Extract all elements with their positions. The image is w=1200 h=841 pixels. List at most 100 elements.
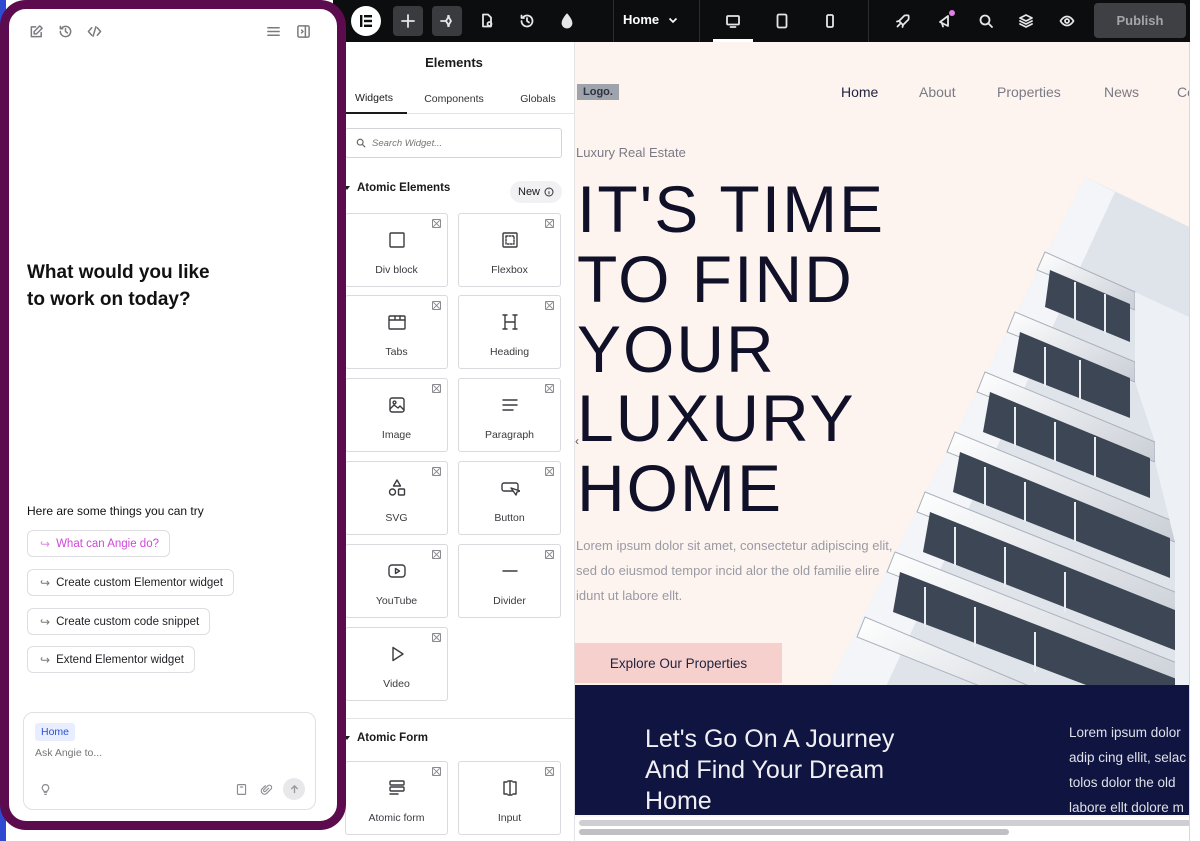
nav-about[interactable]: About	[919, 84, 956, 100]
site-logo[interactable]: Logo.	[577, 84, 619, 100]
atomic-elements-section-header[interactable]: Atomic Elements	[343, 182, 450, 194]
suggestion-create-snippet[interactable]: ↪ Create custom code snippet	[27, 608, 211, 635]
add-element-button[interactable]	[393, 6, 423, 36]
window-edge	[1190, 0, 1200, 42]
pin-icon	[545, 467, 554, 476]
tab-components[interactable]: Components	[418, 83, 490, 114]
search-button[interactable]	[971, 6, 1001, 36]
suggestion-label: Create custom Elementor widget	[56, 576, 223, 589]
widget-search-input[interactable]	[372, 137, 552, 149]
suggestion-create-widget[interactable]: ↪ Create custom Elementor widget	[27, 569, 234, 596]
widget-label: Atomic form	[368, 812, 425, 824]
widget-flexbox[interactable]: Flexbox	[458, 213, 561, 287]
page-selector[interactable]: Home	[623, 12, 679, 27]
reply-arrow-icon: ↪	[40, 652, 51, 667]
info-icon	[544, 187, 554, 197]
explore-properties-label: Explore Our Properties	[609, 655, 748, 671]
panel-toggle-button[interactable]	[296, 24, 311, 39]
rocket-icon	[896, 14, 910, 28]
suggestion-label: What can Angie do?	[56, 537, 159, 550]
menu-button[interactable]	[266, 24, 281, 39]
pin-icon	[545, 384, 554, 393]
site-canvas[interactable]: Logo. Home About Properties News Co Luxu…	[575, 42, 1200, 841]
pin-icon	[432, 767, 441, 776]
collapse-panel-handle[interactable]: ‹	[575, 434, 579, 448]
tab-globals[interactable]: Globals	[511, 83, 565, 114]
page-settings-button[interactable]	[472, 6, 502, 36]
elementor-logo-icon[interactable]	[351, 6, 381, 36]
nav-home[interactable]: Home	[841, 84, 878, 100]
scrollbar-thumb[interactable]	[579, 829, 1009, 835]
panel-toggle-icon	[297, 25, 310, 38]
layers-icon	[1019, 14, 1033, 28]
notification-dot	[949, 10, 955, 16]
launch-button[interactable]	[888, 6, 918, 36]
chat-history-button[interactable]	[58, 24, 73, 39]
theme-style-button[interactable]	[552, 6, 582, 36]
widget-button[interactable]: Button	[458, 461, 561, 535]
widget-label: SVG	[385, 512, 408, 524]
send-button[interactable]	[283, 778, 305, 800]
hero-line-1: IT'S TIME	[577, 172, 886, 246]
nav-properties[interactable]: Properties	[997, 84, 1061, 100]
horizontal-scrollbar[interactable]	[575, 817, 1200, 841]
library-button[interactable]	[235, 783, 248, 796]
widget-video[interactable]: Video	[345, 627, 448, 701]
tab-components-label: Components	[424, 92, 484, 105]
journey-heading-line-2: And Find Your Dream	[645, 756, 885, 784]
widget-label: Image	[381, 429, 412, 441]
mobile-icon	[826, 14, 834, 28]
try-label: Here are some things you can try	[27, 504, 204, 518]
new-chat-button[interactable]	[29, 24, 44, 39]
widget-tabs[interactable]: Tabs	[345, 295, 448, 369]
widget-paragraph[interactable]: Paragraph	[458, 378, 561, 452]
code-button[interactable]	[87, 24, 102, 39]
desktop-view-button[interactable]	[718, 6, 748, 36]
angie-input-box[interactable]: Home	[23, 712, 316, 810]
history-button[interactable]	[512, 6, 542, 36]
nav-news[interactable]: News	[1104, 84, 1139, 100]
preview-button[interactable]	[1052, 6, 1082, 36]
widget-search[interactable]	[345, 128, 562, 158]
paperclip-icon	[260, 784, 273, 795]
pin-icon	[432, 384, 441, 393]
angie-heading: What would you like to work on today?	[27, 259, 210, 313]
pin-icon	[432, 219, 441, 228]
notifications-button[interactable]	[930, 6, 960, 36]
structure-button[interactable]	[432, 6, 462, 36]
widget-label: Input	[497, 812, 522, 824]
tab-globals-label: Globals	[520, 92, 556, 105]
suggestion-extend-widget[interactable]: ↪ Extend Elementor widget	[27, 646, 195, 673]
add-icon	[401, 14, 415, 28]
suggestion-what-can-angie-do[interactable]: ↪ What can Angie do?	[27, 530, 170, 557]
angie-prompt-input[interactable]	[35, 747, 275, 759]
new-badge-label: New	[518, 186, 541, 198]
hero-body-line-2: sed do eiusmod tempor incid alor the old…	[576, 563, 880, 578]
tab-widgets[interactable]: Widgets	[341, 83, 407, 114]
attach-button[interactable]	[260, 783, 273, 796]
widget-image[interactable]: Image	[345, 378, 448, 452]
context-chip[interactable]: Home	[35, 723, 76, 741]
pin-icon	[432, 633, 441, 642]
widget-youtube[interactable]: YouTube	[345, 544, 448, 618]
explore-properties-button[interactable]: Explore Our Properties	[575, 643, 782, 683]
widget-input[interactable]: Input	[458, 761, 561, 835]
widget-heading[interactable]: Heading	[458, 295, 561, 369]
publish-button[interactable]: Publish	[1094, 3, 1186, 38]
structure-icon	[440, 15, 452, 27]
new-chat-icon	[30, 25, 43, 38]
mobile-view-button[interactable]	[815, 6, 845, 36]
tablet-view-button[interactable]	[767, 6, 797, 36]
widget-div-block[interactable]: Div block	[345, 213, 448, 287]
atomic-form-section-header[interactable]: Atomic Form	[343, 732, 428, 744]
widget-divider[interactable]: Divider	[458, 544, 561, 618]
atomic-form-title: Atomic Form	[357, 732, 428, 744]
pin-icon	[545, 219, 554, 228]
layers-button[interactable]	[1011, 6, 1041, 36]
widget-svg[interactable]: SVG	[345, 461, 448, 535]
suggestion-label: Extend Elementor widget	[56, 653, 184, 666]
suggestion-label: Create custom code snippet	[56, 615, 200, 628]
idea-button[interactable]	[39, 783, 52, 796]
widget-atomic-form[interactable]: Atomic form	[345, 761, 448, 835]
side-text-line-4: labore ellt dolore m	[1069, 800, 1184, 815]
